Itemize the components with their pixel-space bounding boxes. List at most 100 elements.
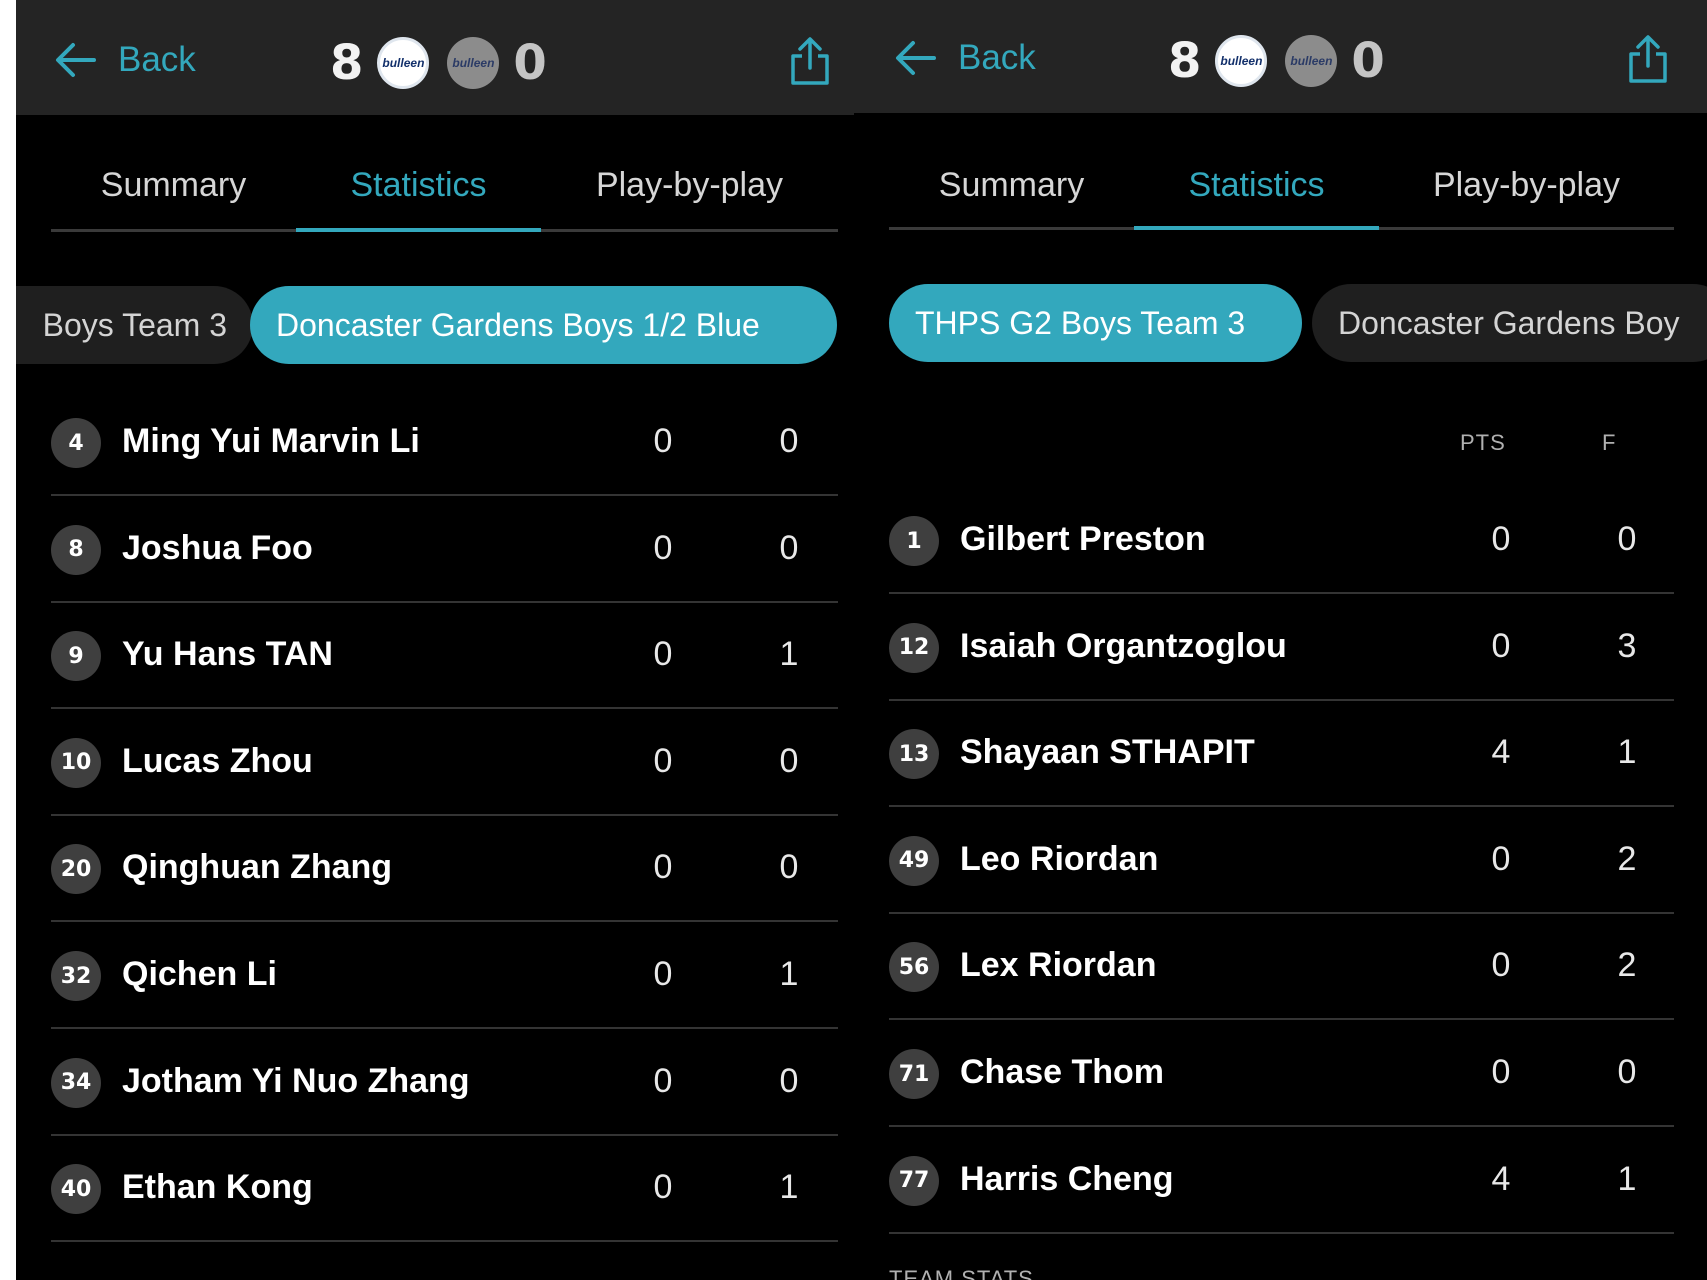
row-divider (51, 1240, 838, 1243)
player-row[interactable]: 10 Lucas Zhou 0 0 (51, 710, 838, 816)
player-name: Qinghuan Zhang (122, 848, 393, 887)
tab-bar: Summary Statistics Play-by-play (889, 140, 1674, 232)
player-fouls: 1 (779, 955, 799, 993)
jersey-number-badge: 77 (889, 1155, 939, 1206)
tab-summary[interactable]: Summary (51, 140, 296, 230)
player-fouls: 2 (1617, 946, 1637, 985)
player-name: Shayaan STHAPIT (960, 733, 1255, 772)
team-pill-home[interactable]: Boys Team 3 (16, 286, 253, 364)
right-screenshot-panel: Back 8 bulleen bulleen 0 Summary Statist… (854, 0, 1707, 1280)
player-points: 0 (1491, 1053, 1511, 1091)
jersey-number-badge: 8 (51, 524, 101, 575)
tab-play-by-play[interactable]: Play-by-play (541, 140, 838, 230)
player-points: 4 (1491, 733, 1511, 772)
player-fouls: 0 (779, 528, 799, 567)
player-name: Lucas Zhou (122, 741, 313, 780)
player-name: Chase Thom (960, 1053, 1165, 1091)
jersey-number-badge: 71 (889, 1049, 939, 1099)
home-score: 8 (1168, 33, 1202, 89)
player-row[interactable]: 49 Leo Riordan 0 2 (889, 808, 1674, 914)
scoreboard: 8 bulleen bulleen 0 (330, 35, 547, 91)
team-pill-away[interactable]: Doncaster Gardens Boy (1312, 284, 1707, 362)
active-tab-indicator (1134, 226, 1379, 230)
home-team-logo: bulleen (1215, 35, 1268, 87)
player-fouls: 1 (779, 1168, 799, 1207)
player-fouls: 1 (1617, 1159, 1637, 1198)
column-header-pts: PTS (1460, 430, 1506, 455)
player-row[interactable]: 34 Jotham Yi Nuo Zhang 0 0 (51, 1030, 838, 1136)
player-points: 0 (653, 955, 673, 993)
home-score: 8 (330, 35, 364, 91)
jersey-number-badge: 56 (889, 942, 939, 993)
player-fouls: 1 (1617, 733, 1637, 772)
player-points: 0 (1491, 839, 1511, 878)
player-points: 0 (1491, 520, 1511, 558)
player-points: 0 (653, 741, 673, 780)
player-fouls: 0 (779, 1061, 799, 1100)
jersey-number-badge: 12 (889, 622, 939, 673)
player-name: Jotham Yi Nuo Zhang (122, 1061, 470, 1100)
game-header: Back 8 bulleen bulleen 0 (854, 0, 1707, 113)
share-icon[interactable] (1626, 34, 1670, 84)
player-points: 0 (653, 422, 673, 460)
tab-statistics[interactable]: Statistics (296, 140, 541, 230)
away-score: 0 (1351, 33, 1385, 89)
player-row[interactable]: 77 Harris Cheng 4 1 (889, 1128, 1674, 1234)
player-name: Leo Riordan (960, 839, 1159, 878)
jersey-number-badge: 9 (51, 631, 101, 682)
window-edge (0, 0, 16, 1280)
tab-statistics[interactable]: Statistics (1134, 140, 1379, 230)
away-team-logo: bulleen (1285, 35, 1338, 87)
jersey-number-badge: 32 (51, 951, 101, 1001)
column-header-fouls: F (1602, 430, 1617, 455)
player-row[interactable]: 32 Qichen Li 0 1 (51, 923, 838, 1029)
row-divider (889, 1231, 1674, 1234)
away-score: 0 (513, 35, 547, 91)
jersey-number-badge: 34 (51, 1057, 101, 1108)
player-name: Isaiah Organtzoglou (960, 626, 1287, 665)
jersey-number-badge: 1 (889, 516, 939, 566)
player-row[interactable]: 20 Qinghuan Zhang 0 0 (51, 816, 838, 923)
player-row[interactable]: 71 Chase Thom 0 0 (889, 1021, 1674, 1127)
scoreboard: 8 bulleen bulleen 0 (1168, 33, 1385, 89)
left-screenshot-panel: Back 8 bulleen bulleen 0 Summary Statist… (16, 0, 854, 1280)
player-row[interactable]: 1 Gilbert Preston 0 0 (889, 488, 1674, 594)
player-points: 0 (653, 1168, 673, 1207)
tab-summary[interactable]: Summary (889, 140, 1134, 230)
player-fouls: 0 (1617, 520, 1637, 558)
back-button[interactable]: Back (894, 38, 1036, 78)
team-pill-away[interactable]: Doncaster Gardens Boys 1/2 Blue (250, 286, 837, 364)
player-row[interactable]: 4 Ming Yui Marvin Li 0 0 (51, 390, 838, 496)
player-name: Joshua Foo (122, 528, 313, 567)
home-team-logo: bulleen (377, 37, 430, 89)
player-name: Ming Yui Marvin Li (122, 422, 420, 460)
player-row[interactable]: 8 Joshua Foo 0 0 (51, 497, 838, 603)
back-label: Back (118, 40, 196, 79)
away-team-logo: bulleen (447, 37, 500, 89)
player-row[interactable]: 40 Ethan Kong 0 1 (51, 1136, 838, 1243)
jersey-number-badge: 13 (889, 729, 939, 780)
jersey-number-badge: 40 (51, 1164, 101, 1215)
player-fouls: 3 (1617, 626, 1637, 665)
player-points: 0 (653, 848, 673, 887)
team-stats-label: TEAM STATS (889, 1266, 1034, 1280)
share-icon[interactable] (788, 36, 832, 86)
player-row[interactable]: 12 Isaiah Organtzoglou 0 3 (889, 595, 1674, 701)
player-row[interactable]: 9 Yu Hans TAN 0 1 (51, 603, 838, 710)
arrow-left-icon (896, 41, 936, 75)
player-fouls: 0 (779, 741, 799, 780)
player-name: Gilbert Preston (960, 520, 1206, 558)
player-row[interactable]: 13 Shayaan STHAPIT 4 1 (889, 701, 1674, 808)
player-fouls: 0 (1617, 1053, 1637, 1091)
player-points: 0 (1491, 626, 1511, 665)
tab-play-by-play[interactable]: Play-by-play (1379, 140, 1674, 230)
player-points: 0 (653, 1061, 673, 1100)
team-pill-home[interactable]: THPS G2 Boys Team 3 (889, 284, 1302, 362)
player-points: 0 (653, 635, 673, 674)
player-fouls: 2 (1617, 839, 1637, 878)
arrow-left-icon (56, 43, 96, 77)
player-name: Lex Riordan (960, 946, 1157, 985)
jersey-number-badge: 20 (51, 844, 101, 895)
player-row[interactable]: 56 Lex Riordan 0 2 (889, 914, 1674, 1021)
back-button[interactable]: Back (54, 40, 196, 80)
